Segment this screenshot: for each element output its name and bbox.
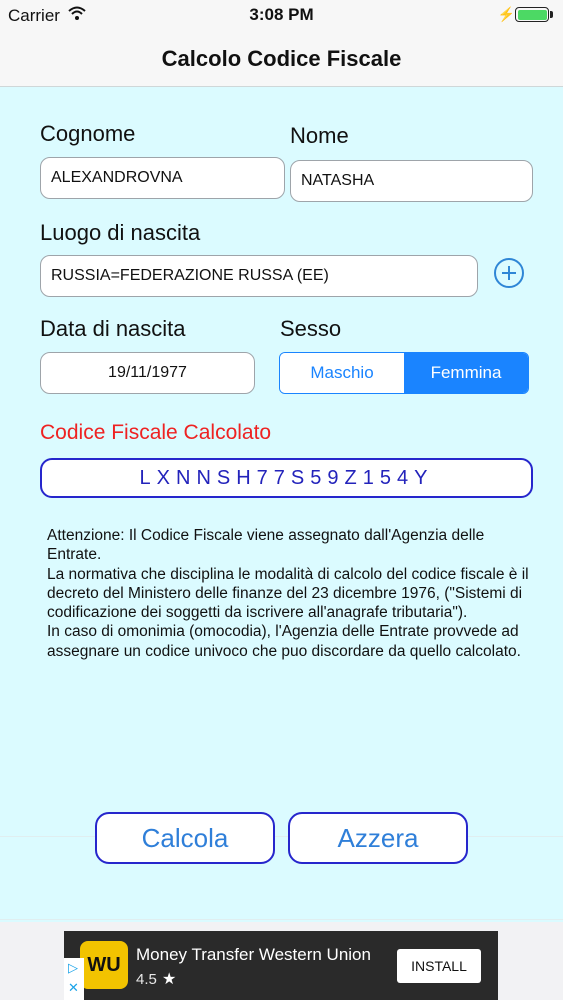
battery-icon [515, 7, 549, 22]
ad-banner[interactable]: WU Money Transfer Western Union 4.5 ★ IN… [64, 931, 498, 1000]
status-time: 3:08 PM [249, 5, 314, 24]
ad-rating: 4.5 [136, 971, 157, 988]
divider [0, 919, 563, 920]
result-label: Codice Fiscale Calcolato [40, 421, 272, 444]
calculate-button[interactable]: Calcola [95, 812, 275, 864]
sex-label: Sesso [280, 316, 342, 341]
battery-cap [550, 11, 553, 18]
navigation-bar: Calcolo Codice Fiscale [0, 30, 563, 87]
notice-line: In caso di omonimia (omocodia), l'Agenzi… [47, 623, 521, 660]
fiscal-code-output: LXNNSH77S59Z154Y [40, 458, 533, 498]
adchoices-icon[interactable]: ▷ ✕ [64, 958, 84, 1000]
name-field[interactable]: NATASHA [290, 160, 533, 202]
notice-text: Attenzione: Il Codice Fiscale viene asse… [47, 526, 537, 661]
ad-title: Money Transfer Western Union [136, 945, 371, 964]
birthplace-label: Luogo di nascita [40, 220, 201, 245]
status-bar: Carrier 3:08 PM ⚡ [0, 0, 563, 30]
western-union-logo: WU [80, 941, 128, 989]
sex-segmented-control[interactable]: Maschio Femmina [279, 352, 529, 394]
surname-field[interactable]: ALEXANDROVNA [40, 157, 285, 199]
sex-option-male[interactable]: Maschio [280, 353, 404, 393]
notice-line: La normativa che disciplina le modalità … [47, 565, 529, 622]
surname-label: Cognome [40, 121, 136, 146]
add-place-icon[interactable] [494, 258, 524, 288]
install-button[interactable]: INSTALL [397, 949, 481, 983]
name-label: Nome [290, 123, 349, 148]
star-icon: ★ [162, 971, 177, 988]
sex-option-female[interactable]: Femmina [404, 353, 528, 393]
birthplace-field[interactable]: RUSSIA=FEDERAZIONE RUSSA (EE) [40, 255, 478, 297]
page-title: Calcolo Codice Fiscale [161, 46, 402, 71]
divider [0, 836, 563, 837]
birthdate-label: Data di nascita [40, 316, 186, 341]
notice-line: Attenzione: Il Codice Fiscale viene asse… [47, 527, 485, 564]
main-content [0, 87, 563, 922]
birthdate-field[interactable]: 19/11/1977 [40, 352, 255, 394]
charging-icon: ⚡ [497, 6, 515, 22]
reset-button[interactable]: Azzera [288, 812, 468, 864]
adchoices-play-icon: ▷ [68, 960, 78, 975]
ad-close-icon[interactable]: ✕ [68, 980, 79, 996]
